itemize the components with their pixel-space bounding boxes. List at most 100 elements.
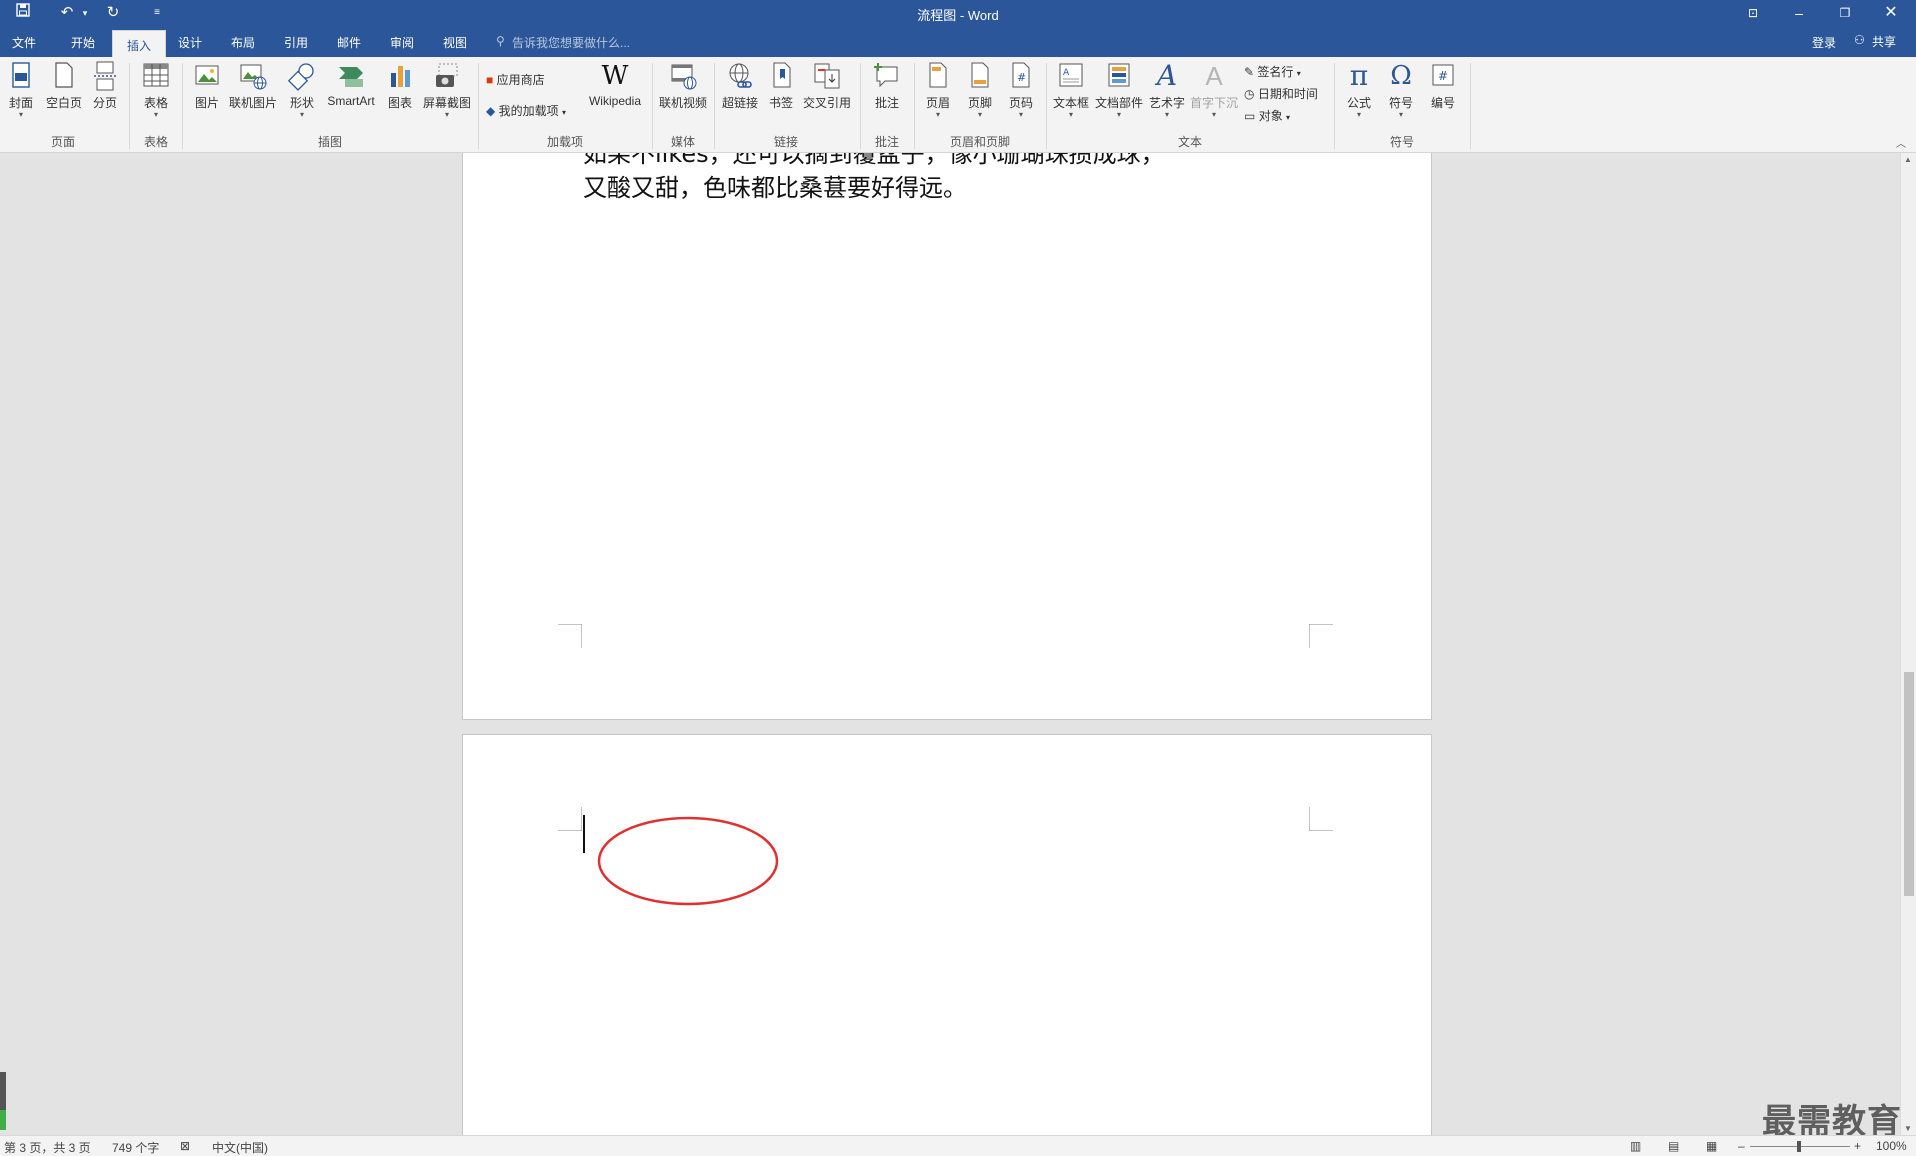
tab-view[interactable]: 视图 bbox=[443, 32, 467, 53]
vertical-scrollbar[interactable]: ▲ ▼ bbox=[1900, 153, 1916, 1135]
store-button[interactable]: ■ 应用商店 bbox=[486, 71, 545, 88]
quick-parts-button[interactable]: 文档部件 ▾ bbox=[1094, 61, 1144, 119]
read-mode-icon[interactable]: ▥ bbox=[1630, 1139, 1641, 1153]
date-time-button[interactable]: ◷ 日期和时间 bbox=[1244, 85, 1318, 102]
screenshot-button[interactable]: 屏幕截图 ▾ bbox=[420, 61, 474, 119]
page-break-icon bbox=[91, 61, 119, 91]
wikipedia-button[interactable]: W Wikipedia bbox=[584, 61, 646, 108]
restore-icon[interactable]: ❐ bbox=[1822, 0, 1868, 26]
textbox-icon: A bbox=[1057, 61, 1085, 91]
group-label-tables: 表格 bbox=[143, 135, 168, 149]
number-button[interactable]: # 编号 bbox=[1428, 61, 1458, 111]
web-layout-icon[interactable]: ▦ bbox=[1706, 1139, 1717, 1153]
tab-design[interactable]: 设计 bbox=[178, 32, 202, 53]
login-link[interactable]: 登录 bbox=[1812, 34, 1836, 51]
tab-file[interactable]: 文件 bbox=[12, 32, 36, 53]
chart-icon bbox=[386, 61, 414, 91]
store-icon: ■ bbox=[486, 73, 494, 87]
shapes-button[interactable]: 形状 ▾ bbox=[285, 61, 319, 119]
cross-reference-button[interactable]: 交叉引用 bbox=[802, 61, 852, 111]
hyperlink-button[interactable]: 超链接 bbox=[720, 61, 760, 111]
blank-page-icon bbox=[50, 61, 78, 91]
ribbon-tabs: 文件 开始 插入 设计 布局 引用 邮件 审阅 视图 ⚲ 告诉我您想要做什么..… bbox=[0, 26, 1916, 57]
zoom-level[interactable]: 100% bbox=[1876, 1139, 1907, 1153]
lightbulb-icon: ⚲ bbox=[496, 34, 505, 48]
group-separator bbox=[182, 63, 183, 149]
screenshot-icon bbox=[433, 61, 461, 91]
drop-cap-button[interactable]: A 首字下沉 ▾ bbox=[1190, 61, 1238, 119]
language-indicator[interactable]: 中文(中国) bbox=[212, 1139, 268, 1156]
wordart-button[interactable]: A 艺术字 ▾ bbox=[1148, 61, 1186, 119]
highlight-ellipse bbox=[597, 816, 779, 906]
online-video-button[interactable]: 联机视频 bbox=[658, 61, 708, 111]
smartart-icon bbox=[337, 61, 365, 91]
number-icon: # bbox=[1429, 61, 1457, 91]
equation-button[interactable]: π 公式 ▾ bbox=[1344, 61, 1374, 119]
textbox-button[interactable]: A 文本框 ▾ bbox=[1052, 61, 1090, 119]
online-picture-icon bbox=[239, 61, 267, 91]
group-separator bbox=[1470, 63, 1471, 149]
scrollbar-thumb[interactable] bbox=[1904, 672, 1914, 896]
tab-layout[interactable]: 布局 bbox=[231, 32, 255, 53]
svg-text:#: # bbox=[1017, 71, 1026, 84]
page-break-button[interactable]: 分页 bbox=[90, 61, 120, 111]
proofing-icon[interactable]: ⊠ bbox=[180, 1139, 190, 1153]
crop-mark bbox=[1309, 807, 1333, 831]
minimize-icon[interactable]: – bbox=[1776, 0, 1822, 26]
my-addins-button[interactable]: ◆ 我的加载项 ▾ bbox=[486, 102, 566, 119]
tab-mailings[interactable]: 邮件 bbox=[337, 32, 361, 53]
group-separator bbox=[129, 63, 130, 149]
ribbon-display-icon[interactable]: ⊡ bbox=[1730, 0, 1776, 26]
tab-insert[interactable]: 插入 bbox=[112, 30, 167, 57]
footer-button[interactable]: 页脚 ▾ bbox=[966, 61, 994, 119]
window-title: 流程图 - Word bbox=[917, 8, 999, 23]
tab-references[interactable]: 引用 bbox=[284, 32, 308, 53]
tell-me-box[interactable]: 告诉我您想要做什么... bbox=[512, 34, 630, 51]
word-count[interactable]: 749 个字 bbox=[112, 1139, 159, 1156]
wikipedia-icon: W bbox=[601, 61, 629, 91]
text-cursor bbox=[583, 815, 585, 853]
group-separator bbox=[1334, 63, 1335, 149]
page-count[interactable]: 第 3 页，共 3 页 bbox=[4, 1139, 91, 1156]
document-page[interactable]: 如果不likes，还可以摘到覆盆子，像小珊瑚珠攒成球， 又酸又甜，色味都比桑葚要… bbox=[462, 153, 1432, 720]
table-icon bbox=[142, 61, 170, 91]
status-bar: 第 3 页，共 3 页 749 个字 ⊠ 中文(中国) ▥ ▤ ▦ – + 10… bbox=[0, 1135, 1916, 1156]
zoom-slider-thumb[interactable] bbox=[1797, 1141, 1801, 1152]
object-button[interactable]: ▭ 对象 ▾ bbox=[1244, 107, 1290, 124]
quick-parts-icon bbox=[1105, 61, 1133, 91]
picture-button[interactable]: 图片 bbox=[192, 61, 222, 111]
page-number-button[interactable]: # 页码 ▾ bbox=[1006, 61, 1036, 119]
document-canvas[interactable]: 如果不likes，还可以摘到覆盆子，像小珊瑚珠攒成球， 又酸又甜，色味都比桑葚要… bbox=[0, 153, 1900, 1135]
print-layout-icon[interactable]: ▤ bbox=[1668, 1139, 1679, 1153]
shapes-icon bbox=[287, 61, 316, 91]
close-icon[interactable]: ✕ bbox=[1868, 0, 1914, 26]
group-label-symbols: 符号 bbox=[1389, 135, 1414, 149]
collapse-ribbon-icon[interactable]: ︿ bbox=[1896, 135, 1906, 150]
cover-page-button[interactable]: 封面 ▾ bbox=[6, 61, 36, 119]
bookmark-button[interactable]: 书签 bbox=[766, 61, 796, 111]
group-separator bbox=[652, 63, 653, 149]
group-separator bbox=[860, 63, 861, 149]
tab-review[interactable]: 审阅 bbox=[390, 32, 414, 53]
picture-icon bbox=[193, 61, 221, 91]
zoom-out-icon[interactable]: – bbox=[1738, 1139, 1745, 1153]
scroll-up-icon[interactable]: ▲ bbox=[1904, 155, 1912, 164]
calendar-icon: ◷ bbox=[1244, 87, 1255, 101]
symbol-button[interactable]: Ω 符号 ▾ bbox=[1386, 61, 1416, 119]
scroll-down-icon[interactable]: ▼ bbox=[1904, 1124, 1912, 1133]
online-picture-button[interactable]: 联机图片 bbox=[228, 61, 278, 111]
smartart-button[interactable]: SmartArt bbox=[324, 61, 378, 108]
signature-line-button[interactable]: ✎ 签名行 ▾ bbox=[1244, 63, 1301, 80]
share-button[interactable]: 共享 bbox=[1872, 33, 1896, 50]
header-button[interactable]: 页眉 ▾ bbox=[924, 61, 952, 119]
new-comment-button[interactable]: 批注 bbox=[870, 61, 904, 111]
addins-icon: ◆ bbox=[486, 104, 496, 118]
table-button[interactable]: 表格 ▾ bbox=[140, 61, 172, 119]
blank-page-button[interactable]: 空白页 bbox=[44, 61, 84, 111]
chart-button[interactable]: 图表 bbox=[386, 61, 414, 111]
comment-icon bbox=[873, 61, 901, 91]
document-page[interactable] bbox=[462, 734, 1432, 1135]
zoom-in-icon[interactable]: + bbox=[1854, 1139, 1861, 1153]
drop-cap-icon: A bbox=[1205, 61, 1223, 91]
tab-home[interactable]: 开始 bbox=[71, 32, 95, 53]
